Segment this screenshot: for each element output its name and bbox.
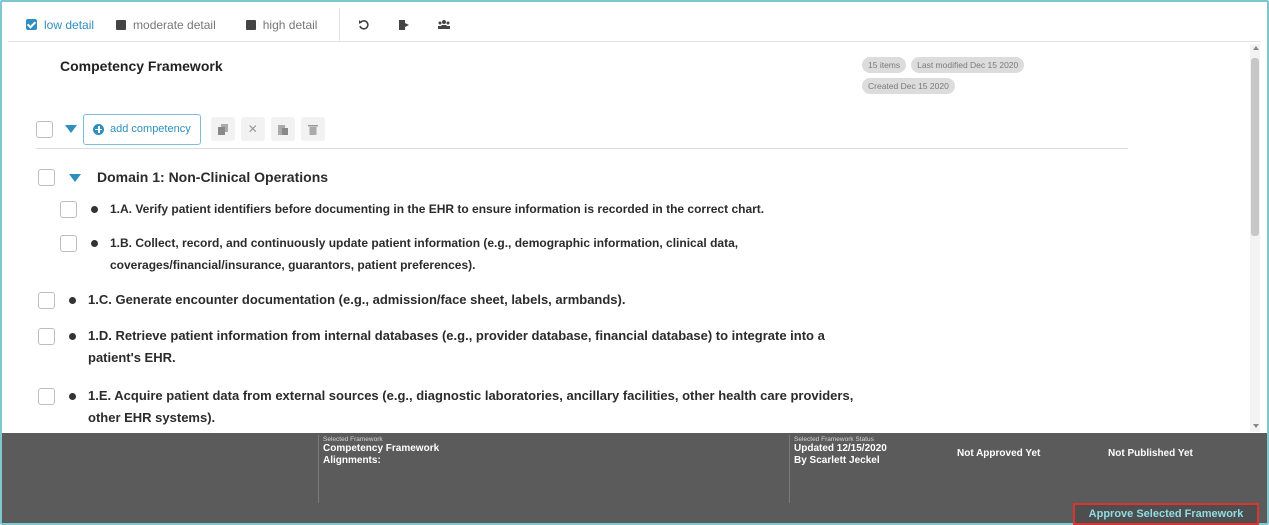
competency-row[interactable]: 1.E. Acquire patient data from external …	[38, 385, 853, 429]
add-competency-button[interactable]: add competency	[83, 114, 201, 145]
paste-icon[interactable]	[271, 117, 295, 141]
delete-icon[interactable]	[301, 117, 325, 141]
high-detail-label: high detail	[263, 18, 318, 32]
competency-row[interactable]: 1.D. Retrieve patient information from i…	[38, 325, 825, 369]
item-count-badge: 15 items	[862, 57, 906, 73]
selected-framework-label: Selected Framework	[323, 436, 439, 443]
competency-text-block: 1.E. Acquire patient data from external …	[88, 385, 853, 429]
bullet-icon	[69, 393, 76, 400]
expand-toggle-icon[interactable]	[69, 174, 81, 182]
updated-date: Updated 12/15/2020	[794, 443, 887, 455]
collapse-all-icon[interactable]	[65, 125, 77, 133]
competency-text-continued: patient's EHR.	[88, 347, 825, 369]
updated-by: By Scarlett Jeckel	[794, 455, 887, 467]
toolbar-divider	[339, 8, 340, 42]
row-checkbox[interactable]	[38, 292, 55, 309]
row-checkbox[interactable]	[38, 388, 55, 405]
last-modified-badge: Last modified Dec 15 2020	[911, 57, 1024, 73]
status-label: Selected Framework Status	[794, 436, 887, 443]
competency-row[interactable]: 1.C. Generate encounter documentation (e…	[38, 289, 625, 311]
square-icon	[116, 20, 126, 30]
square-icon	[246, 20, 256, 30]
approve-framework-button[interactable]: Approve Selected Framework	[1073, 503, 1259, 525]
competency-text-continued: coverages/financial/insurance, guarantor…	[110, 254, 738, 276]
selected-framework-name: Competency Framework	[323, 443, 439, 455]
competency-row[interactable]: 1.B. Collect, record, and continuously u…	[60, 232, 738, 276]
checkbox-checked-icon	[26, 19, 37, 30]
domain-title: Domain 1: Non-Clinical Operations	[97, 166, 328, 188]
high-detail-option[interactable]: high detail	[246, 8, 318, 41]
toolbar: low detail moderate detail high detail	[8, 8, 1261, 42]
competency-text: 1.A. Verify patient identifiers before d…	[110, 198, 764, 220]
plus-circle-icon	[93, 124, 104, 135]
users-icon[interactable]	[424, 8, 464, 42]
scroll-up-icon[interactable]	[1253, 46, 1259, 50]
selected-framework-section: Selected Framework Competency Framework …	[323, 433, 439, 503]
framework-status-section: Selected Framework Status Updated 12/15/…	[794, 433, 887, 503]
competency-text-continued: other EHR systems).	[88, 407, 853, 429]
select-all-checkbox[interactable]	[36, 121, 53, 138]
low-detail-label: low detail	[44, 18, 94, 32]
bullet-icon	[69, 333, 76, 340]
scrollbar-thumb[interactable]	[1251, 58, 1259, 236]
footer-divider	[318, 435, 319, 503]
divider	[36, 148, 1128, 149]
domain-row[interactable]: Domain 1: Non-Clinical Operations	[38, 166, 328, 188]
created-badge: Created Dec 15 2020	[862, 78, 955, 94]
competency-row[interactable]: 1.A. Verify patient identifiers before d…	[60, 198, 764, 220]
export-icon[interactable]	[384, 8, 424, 42]
copy-icon[interactable]	[211, 117, 235, 141]
scroll-down-icon[interactable]	[1253, 424, 1259, 428]
competency-text: 1.D. Retrieve patient information from i…	[88, 325, 825, 347]
alignments-label: Alignments:	[323, 455, 439, 467]
cut-icon[interactable]: ✕	[241, 117, 265, 141]
moderate-detail-label: moderate detail	[133, 18, 216, 32]
competency-text-block: 1.B. Collect, record, and continuously u…	[110, 232, 738, 276]
framework-meta-chips: 15 items Last modified Dec 15 2020 Creat…	[862, 57, 1052, 94]
bullet-icon	[69, 297, 76, 304]
competency-text: 1.B. Collect, record, and continuously u…	[110, 232, 738, 254]
bullet-icon	[91, 206, 98, 213]
row-checkbox[interactable]	[60, 235, 77, 252]
competency-text-block: 1.D. Retrieve patient information from i…	[88, 325, 825, 369]
row-checkbox[interactable]	[60, 201, 77, 218]
publish-status: Not Published Yet	[1108, 448, 1193, 460]
row-checkbox[interactable]	[38, 169, 55, 186]
add-competency-label: add competency	[110, 123, 191, 135]
undo-icon[interactable]	[344, 8, 384, 42]
low-detail-option[interactable]: low detail	[26, 8, 94, 41]
competency-text: 1.C. Generate encounter documentation (e…	[88, 289, 625, 311]
competency-text: 1.E. Acquire patient data from external …	[88, 385, 853, 407]
framework-title: Competency Framework	[60, 58, 223, 74]
footer-divider	[789, 435, 790, 503]
row-checkbox[interactable]	[38, 328, 55, 345]
bullet-icon	[91, 240, 98, 247]
moderate-detail-option[interactable]: moderate detail	[116, 8, 216, 41]
approval-status: Not Approved Yet	[957, 448, 1040, 460]
action-row: add competency ✕	[36, 113, 325, 145]
